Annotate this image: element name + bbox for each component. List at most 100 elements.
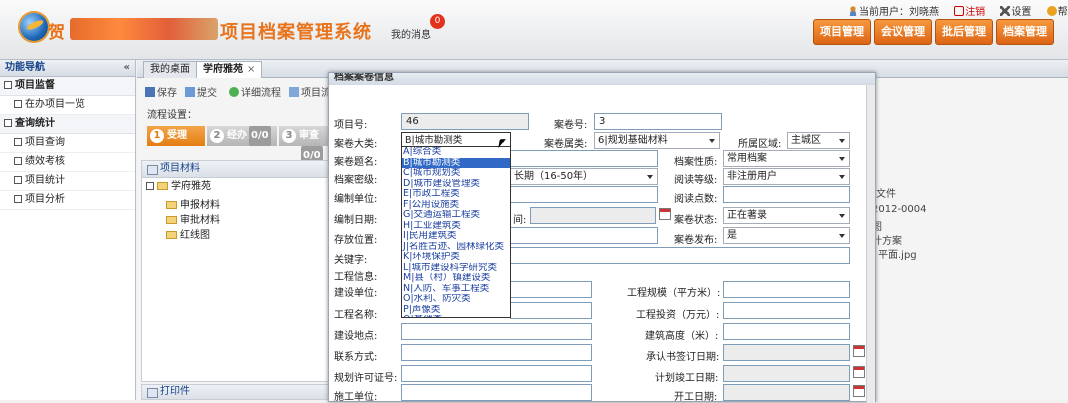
my-messages-link[interactable]: 我的消息	[391, 26, 431, 41]
category-option[interactable]: K|环境保护类	[402, 252, 510, 263]
nav-archive-management[interactable]: 档案管理	[996, 19, 1054, 45]
list-icon	[14, 176, 22, 184]
submit-button[interactable]: 提交	[185, 84, 217, 99]
nav-meeting-management[interactable]: 会议管理	[874, 19, 932, 45]
builder-input[interactable]	[510, 281, 592, 298]
app-title: 项目档案管理系统	[220, 22, 372, 43]
category-option[interactable]: E|市政工程类	[402, 189, 510, 200]
help-link[interactable]: 帮助	[1058, 7, 1068, 18]
settings-link[interactable]: 设置	[1011, 7, 1031, 18]
project-flow-button[interactable]: 项目流	[289, 84, 331, 99]
scale-input[interactable]	[723, 281, 850, 298]
calendar-icon[interactable]	[853, 366, 865, 378]
keywords-label: 关键字:	[334, 255, 368, 266]
sidebar-title: 功能导航	[5, 62, 45, 73]
file-entry[interactable]: 2012-0004	[872, 204, 927, 215]
contact-label: 联系方式:	[334, 352, 378, 363]
save-button[interactable]: 保存	[145, 84, 177, 99]
tab-xuefu-yayuan[interactable]: 学府雅苑 ×	[196, 61, 263, 78]
flow-step-accept[interactable]: 1 受理	[147, 126, 205, 146]
category-option[interactable]: Q|其他类	[402, 315, 510, 317]
retention-select[interactable]: 长期（16-50年）	[510, 168, 658, 185]
category-option[interactable]: I|民用建筑类	[402, 231, 510, 242]
sidebar-item-analysis[interactable]: 项目分析	[0, 191, 135, 210]
calendar-icon[interactable]	[853, 345, 865, 357]
nav-post-approval[interactable]: 批后管理	[935, 19, 993, 45]
tab-my-desktop[interactable]: 我的桌面	[143, 61, 197, 78]
archive-nature-label: 档案性质:	[674, 157, 718, 168]
category-option[interactable]: B|城市勘测类	[402, 157, 510, 168]
app-title-redacted	[70, 18, 218, 40]
sidebar-item-statistics[interactable]: 项目统计	[0, 172, 135, 191]
category-option[interactable]: J|名胜古迹、园林绿化类	[402, 242, 510, 253]
file-entry[interactable]: 计方案	[872, 232, 902, 247]
volume-attr-select[interactable]: 6|规划基础材料	[594, 132, 720, 149]
compiler-input[interactable]	[510, 186, 658, 203]
category-option[interactable]: M|县（村）镇建设类	[402, 273, 510, 284]
volume-title-input[interactable]	[510, 150, 658, 167]
category-option[interactable]: P|声像类	[402, 305, 510, 316]
read-count-input[interactable]	[723, 186, 850, 203]
volume-status-select[interactable]: 正在著录	[723, 207, 850, 224]
start-date-input[interactable]	[723, 384, 850, 401]
flow-step-handle[interactable]: 2 经办 0/0	[207, 126, 277, 146]
completion-date-label: 计划竣工日期:	[655, 373, 719, 384]
tree-item-application[interactable]: 申报材料	[142, 198, 335, 213]
category-option[interactable]: F|公用设施类	[402, 200, 510, 211]
tab-close-icon[interactable]: ×	[247, 64, 255, 75]
user-info-bar: 当前用户：刘晓燕 注销 设置 帮助	[848, 3, 1068, 18]
category-option[interactable]: N|人防、军事工程类	[402, 284, 510, 295]
category-option[interactable]: G|交通运输工程类	[402, 210, 510, 221]
permit-input[interactable]	[401, 365, 592, 382]
tree-root[interactable]: 学府雅苑	[142, 178, 335, 198]
time-label: 间:	[513, 215, 527, 226]
message-count-badge: 0	[430, 14, 445, 29]
investment-input[interactable]	[723, 302, 850, 319]
category-option[interactable]: A|综合类	[402, 147, 510, 158]
volume-no-input[interactable]: 3	[594, 113, 722, 130]
collapse-sidebar-icon[interactable]: «	[124, 60, 130, 76]
category-option[interactable]: O|水利、防灾类	[402, 294, 510, 305]
dialog-titlebar: 档案案卷信息	[329, 73, 875, 85]
sign-date-input[interactable]	[723, 344, 850, 361]
calendar-icon[interactable]	[659, 208, 671, 220]
file-entry[interactable]: 平面.jpg	[878, 246, 917, 261]
archive-nature-select[interactable]: 常用档案	[723, 150, 850, 167]
calendar-icon[interactable]	[853, 385, 865, 397]
investment-label: 工程投资（万元）:	[636, 310, 720, 321]
sidebar-section-query[interactable]: 查询统计	[0, 115, 135, 134]
logout-link[interactable]: 注销	[965, 7, 985, 18]
construction-unit-input[interactable]	[401, 384, 592, 401]
category-dropdown-list[interactable]: A|综合类 B|城市勘测类 C|城市规划类 D|城市建设管理类 E|市政工程类 F|公用设…	[401, 146, 511, 318]
site-input[interactable]	[401, 323, 592, 340]
project-no-label: 项目号:	[334, 120, 368, 131]
file-list-partial: 文件 2012-0004 图 计方案 平面.jpg	[870, 180, 1068, 290]
time-input[interactable]	[530, 207, 656, 224]
location-input[interactable]	[510, 227, 658, 244]
project-no-input[interactable]: 46	[401, 113, 529, 130]
category-option[interactable]: C|城市规划类	[402, 168, 510, 179]
tree-item-approval[interactable]: 审批材料	[142, 213, 335, 228]
read-level-select[interactable]: 非注册用户	[723, 168, 850, 185]
keywords-input[interactable]	[510, 247, 850, 264]
project-name-input[interactable]	[510, 302, 592, 319]
sidebar-item-active-projects[interactable]: 在办项目一览	[0, 96, 135, 115]
sidebar-section-supervision[interactable]: 项目监督	[0, 77, 135, 96]
sidebar-item-project-query[interactable]: 项目查询	[0, 134, 135, 153]
category-option[interactable]: D|城市建设管理类	[402, 179, 510, 190]
top-bar: 贺 项目档案管理系统 我的消息 0 当前用户：刘晓燕 注销 设置 帮助 项目管理…	[0, 0, 1068, 60]
print-panel[interactable]: 打印件	[141, 384, 336, 400]
app-title-prefix: 贺	[48, 23, 65, 43]
tree-item-redline[interactable]: 红线图	[142, 228, 335, 243]
height-input[interactable]	[723, 323, 850, 340]
sidebar-item-performance[interactable]: 绩效考核	[0, 153, 135, 172]
dialog-scrollbar[interactable]	[866, 85, 875, 403]
detail-flow-button[interactable]: 详细流程	[229, 84, 281, 99]
area-select[interactable]: 主城区	[787, 132, 850, 149]
volume-publish-select[interactable]: 是	[723, 227, 850, 244]
completion-date-input[interactable]	[723, 365, 850, 382]
contact-input[interactable]	[401, 344, 592, 361]
category-option[interactable]: H|工业建筑类	[402, 221, 510, 232]
category-option[interactable]: L|城市建设科学研究类	[402, 263, 510, 274]
nav-project-management[interactable]: 项目管理	[813, 19, 871, 45]
